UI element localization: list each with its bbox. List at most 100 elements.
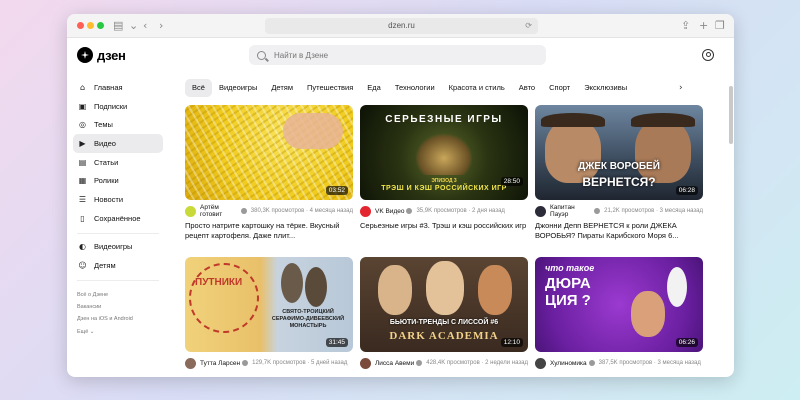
profile-icon[interactable]	[702, 49, 714, 61]
channel-avatar[interactable]	[360, 357, 371, 369]
tab-category[interactable]: Технологии	[388, 79, 442, 97]
tab-category[interactable]: Авто	[512, 79, 542, 97]
video-thumbnail[interactable]: СЕРЬЕЗНЫЕ ИГРЫ ЭПИЗОД 3 ТРЭШ И КЭШ РОССИ…	[360, 105, 528, 200]
video-thumbnail[interactable]: 03:52	[185, 105, 353, 200]
channel-name[interactable]: VK Видео	[375, 208, 404, 215]
video-card[interactable]: СЕРЬЕЗНЫЕ ИГРЫ ЭПИЗОД 3 ТРЭШ И КЭШ РОССИ…	[360, 105, 528, 231]
channel-name[interactable]: Лисса Авеми	[375, 360, 414, 367]
channel-avatar[interactable]	[360, 205, 371, 217]
bookmark-icon: ▯	[80, 213, 85, 223]
presenter-image	[631, 291, 665, 337]
video-thumbnail[interactable]: ДЖЕК ВОРОБЕЙ ВЕРНЕТСЯ? 06:28	[535, 105, 703, 200]
video-meta: Тутта Ларсен 129,7K просмотров · 5 дней …	[185, 357, 353, 369]
footer-link[interactable]: Всё о Дзене	[77, 289, 163, 301]
video-card[interactable]: ДЖЕК ВОРОБЕЙ ВЕРНЕТСЯ? 06:28 Капитан Пау…	[535, 105, 703, 241]
share-icon[interactable]: ⇪	[681, 18, 690, 34]
sidebar-item-label: Ролики	[94, 176, 119, 186]
channel-avatar[interactable]	[535, 205, 546, 217]
channel-avatar[interactable]	[185, 357, 196, 369]
video-thumbnail[interactable]: БЬЮТИ-ТРЕНДЫ С ЛИССОЙ #6 DARK ACADEMIA 1…	[360, 257, 528, 352]
verified-icon	[588, 360, 595, 366]
chevron-down-icon[interactable]: ⌄	[129, 18, 138, 34]
hat-image	[541, 113, 605, 127]
video-card[interactable]: ПУТНИКИ СВЯТО-ТРОИЦКИЙ СЕРАФИМО-ДИВЕЕВСК…	[185, 257, 353, 369]
minimize-window-button[interactable]	[87, 22, 94, 29]
tab-category[interactable]: Красота и стиль	[442, 79, 512, 97]
hat-image	[631, 113, 695, 127]
forward-icon[interactable]: ›	[159, 18, 163, 34]
search-input[interactable]	[274, 50, 514, 60]
sidebar-item-label: Главная	[94, 82, 123, 92]
channel-name[interactable]: Тутта Ларсен	[200, 360, 240, 367]
video-card[interactable]: 03:52 Артём готовит 380,3K просмотров · …	[185, 105, 353, 241]
channel-name[interactable]: Хулиномика	[550, 360, 587, 367]
channel-name[interactable]: Артём готовит	[200, 204, 239, 218]
video-thumbnail[interactable]: что такое ДЮРА ЦИЯ ? 06:26	[535, 257, 703, 352]
tab-category[interactable]: Путешествия	[300, 79, 360, 97]
address-bar[interactable]: dzen.ru ⟳	[265, 18, 538, 34]
dzen-logo-icon	[77, 47, 93, 63]
channel-name[interactable]: Капитан Пауэр	[550, 204, 592, 218]
video-title[interactable]: Просто натрите картошку на тёрке. Вкусны…	[185, 221, 353, 241]
tab-category[interactable]: Видеоигры	[212, 79, 264, 97]
thumbnail-headline: что такое	[545, 263, 595, 273]
channel-avatar[interactable]	[535, 357, 546, 369]
video-card[interactable]: что такое ДЮРА ЦИЯ ? 06:26 Хулиномика 38…	[535, 257, 703, 369]
sidebar-item-bookmark[interactable]: ▯ Сохранённое	[73, 209, 163, 228]
sidebar-item-subscriptions[interactable]: ▣ Подписки	[73, 97, 163, 116]
sidebar-item-article[interactable]: ▤ Статьи	[73, 153, 163, 172]
chevron-right-icon[interactable]: ›	[679, 79, 683, 97]
video-stats: 35,9K просмотров · 2 дня назад	[416, 208, 505, 214]
dzen-logo[interactable]: дзен	[77, 47, 126, 63]
video-stats: 387,5K просмотров · 3 месяца назад	[598, 360, 701, 366]
shorts-icon: ▦	[78, 176, 87, 186]
article-icon: ▤	[78, 157, 87, 167]
sidebar: ⌂ Главная ▣ Подписки ◎ Темы ▶ Видео ▤ Статьи ▦ Роли…	[73, 78, 163, 338]
video-duration: 31:45	[325, 338, 348, 347]
play-icon: ▶	[79, 138, 86, 148]
sidebar-toggle-icon[interactable]: ▤	[113, 18, 123, 34]
video-card[interactable]: БЬЮТИ-ТРЕНДЫ С ЛИССОЙ #6 DARK ACADEMIA 1…	[360, 257, 528, 369]
reload-icon[interactable]: ⟳	[525, 18, 532, 34]
sidebar-item-play[interactable]: ▶ Видео	[73, 134, 163, 153]
sidebar-item-home[interactable]: ⌂ Главная	[73, 78, 163, 97]
category-tabs: Всё Видеоигры Детям Путешествия Еда Технологи…	[185, 79, 693, 97]
tab-category[interactable]: Еда	[360, 79, 388, 97]
scrollbar[interactable]	[728, 38, 734, 377]
back-icon[interactable]: ‹	[143, 18, 147, 34]
sidebar-item-label: Детям	[94, 261, 116, 271]
scrollbar-thumb[interactable]	[729, 86, 733, 144]
footer-link[interactable]: Дзен на iOS и Android	[77, 313, 163, 325]
footer-link[interactable]: Вакансии	[77, 301, 163, 313]
kids-icon: ☺	[78, 261, 87, 271]
video-meta: Капитан Пауэр 21,2K просмотров · 3 месяц…	[535, 204, 703, 218]
tab-category[interactable]: Всё	[185, 79, 212, 97]
video-stats: 129,7K просмотров · 5 дней назад	[252, 360, 348, 366]
sidebar-item-news[interactable]: ☰ Новости	[73, 190, 163, 209]
sidebar-item-shorts[interactable]: ▦ Ролики	[73, 171, 163, 190]
news-icon: ☰	[78, 194, 87, 204]
model-face-image	[426, 261, 464, 315]
maximize-window-button[interactable]	[97, 22, 104, 29]
tab-category[interactable]: Спорт	[542, 79, 577, 97]
channel-avatar[interactable]	[185, 205, 196, 217]
logo-text: дзен	[97, 47, 126, 63]
search-box[interactable]	[249, 45, 546, 65]
video-thumbnail[interactable]: ПУТНИКИ СВЯТО-ТРОИЦКИЙ СЕРАФИМО-ДИВЕЕВСК…	[185, 257, 353, 352]
presenter-image	[305, 267, 327, 307]
new-tab-icon[interactable]: +	[699, 18, 708, 34]
video-title[interactable]: Серьезные игры #3. Трэш и кэш российских…	[360, 221, 528, 231]
thumbnail-subtitle: СВЯТО-ТРОИЦКИЙ СЕРАФИМО-ДИВЕЕВСКИЙ МОНАС…	[271, 309, 345, 329]
sidebar-item-kids[interactable]: ☺ Детям	[73, 256, 163, 275]
model-face-image	[478, 265, 512, 315]
tab-category[interactable]: Эксклюзивы	[577, 79, 634, 97]
subscriptions-icon: ▣	[78, 101, 87, 111]
sidebar-item-label: Подписки	[94, 101, 128, 111]
sidebar-item-gamepad[interactable]: ◐ Видеоигры	[73, 238, 163, 257]
sidebar-item-compass[interactable]: ◎ Темы	[73, 115, 163, 134]
close-window-button[interactable]	[77, 22, 84, 29]
tabs-overview-icon[interactable]: ❐	[715, 18, 725, 34]
footer-link[interactable]: Ещё ⌄	[77, 326, 163, 338]
tab-category[interactable]: Детям	[264, 79, 300, 97]
video-title[interactable]: Джонни Депп ВЕРНЕТСЯ к роли ДЖЕКА ВОРОБЬ…	[535, 221, 703, 241]
